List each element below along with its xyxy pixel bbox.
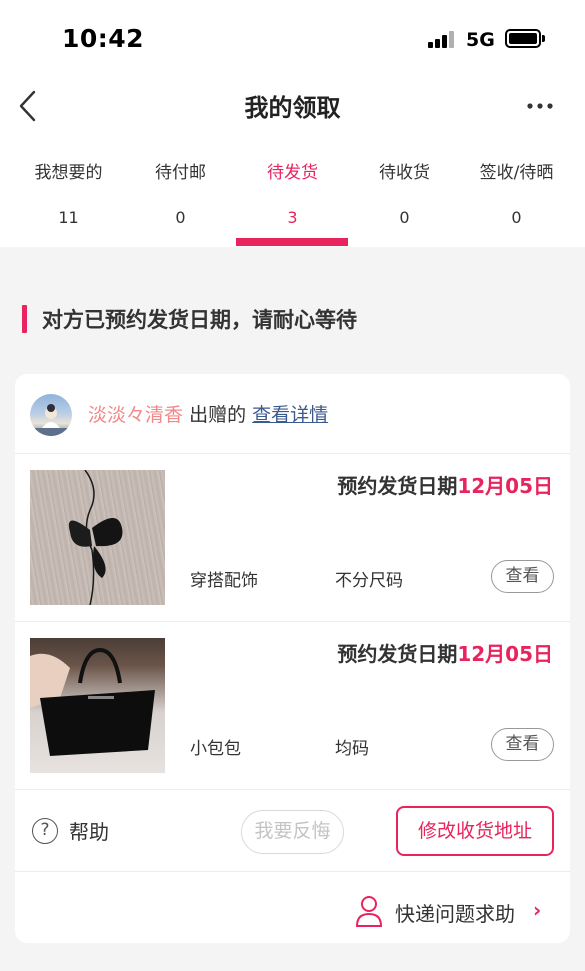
tab-count: 3 <box>287 208 298 227</box>
item-size: 均码 <box>335 739 369 759</box>
giver-row: 淡淡々清香 出赠的 查看详情 <box>15 374 570 454</box>
view-button[interactable]: 查看 <box>491 728 554 761</box>
item-image[interactable] <box>30 638 165 773</box>
help-icon[interactable]: ? <box>32 818 58 844</box>
avatar[interactable] <box>30 394 72 436</box>
item-size: 不分尺码 <box>335 571 403 591</box>
tab-signed-review[interactable]: 签收/待晒 0 <box>458 158 575 227</box>
courier-help-link[interactable]: 快递问题求助 › <box>355 894 555 928</box>
ship-date: 预约发货日期12月05日 <box>337 638 553 667</box>
ship-date: 预约发货日期12月05日 <box>337 470 553 499</box>
tab-awaiting-receipt[interactable]: 待收货 0 <box>346 158 463 227</box>
tab-label: 待发货 <box>267 163 318 183</box>
edit-address-button[interactable]: 修改收货地址 <box>396 806 554 856</box>
notice-accent-bar <box>22 305 27 333</box>
ship-date-label: 预约发货日期 <box>337 474 458 498</box>
tab-count: 11 <box>58 208 79 227</box>
tab-label: 待付邮 <box>155 163 206 183</box>
item-category: 小包包 <box>190 739 241 759</box>
signal-icon <box>428 31 458 48</box>
tab-wanted[interactable]: 我想要的 11 <box>10 158 127 227</box>
view-button[interactable]: 查看 <box>491 560 554 593</box>
battery-tip <box>542 35 545 42</box>
ship-date-value: 12月05日 <box>457 642 553 666</box>
giver-name[interactable]: 淡淡々清香 <box>88 404 183 426</box>
ship-date-label: 预约发货日期 <box>337 642 458 666</box>
page-title: 我的领取 <box>244 94 341 122</box>
active-tab-indicator <box>236 238 348 246</box>
item-image[interactable] <box>30 470 165 605</box>
status-bar: 10:42 5G <box>0 0 585 78</box>
view-details-link[interactable]: 查看详情 <box>252 404 328 426</box>
status-time: 10:42 <box>62 24 145 53</box>
item-category: 穿搭配饰 <box>190 571 258 591</box>
tab-awaiting-postage[interactable]: 待付邮 0 <box>122 158 239 227</box>
tab-label: 签收/待晒 <box>479 163 554 183</box>
battery-icon <box>505 29 541 48</box>
tab-awaiting-shipment[interactable]: 待发货 3 <box>234 158 351 227</box>
ship-date-value: 12月05日 <box>457 474 553 498</box>
tab-label: 待收货 <box>379 163 430 183</box>
network-label: 5G <box>466 29 495 51</box>
tab-count: 0 <box>511 208 522 227</box>
chevron-right-icon: › <box>533 898 542 922</box>
notice-text: 对方已预约发货日期，请耐心等待 <box>42 308 357 332</box>
tab-label: 我想要的 <box>34 163 103 183</box>
gift-card: 淡淡々清香 出赠的 查看详情 预约发货日期12月05日 穿搭配饰 不分尺码 查看 <box>15 374 570 943</box>
header-area: 10:42 5G 我的领取 我想要的 11 待付邮 0 待发货 3 待收货 0 … <box>0 0 585 247</box>
action-row: ? 帮助 我要反悔 修改收货地址 <box>15 790 570 872</box>
tab-count: 0 <box>175 208 186 227</box>
tab-count: 0 <box>399 208 410 227</box>
person-icon <box>355 894 383 928</box>
regret-button[interactable]: 我要反悔 <box>241 810 344 854</box>
courier-help-label: 快递问题求助 <box>395 902 515 926</box>
help-label[interactable]: 帮助 <box>69 816 109 845</box>
giver-info: 淡淡々清香 出赠的 查看详情 <box>88 400 328 427</box>
list-item[interactable]: 预约发货日期12月05日 穿搭配饰 不分尺码 查看 <box>15 454 570 622</box>
nav-bar: 我的领取 <box>0 78 585 134</box>
list-item[interactable]: 预约发货日期12月05日 小包包 均码 查看 <box>15 622 570 790</box>
status-tabs: 我想要的 11 待付邮 0 待发货 3 待收货 0 签收/待晒 0 <box>0 158 585 247</box>
giver-verb: 出赠的 <box>189 404 247 426</box>
more-dots-icon[interactable] <box>522 96 558 116</box>
